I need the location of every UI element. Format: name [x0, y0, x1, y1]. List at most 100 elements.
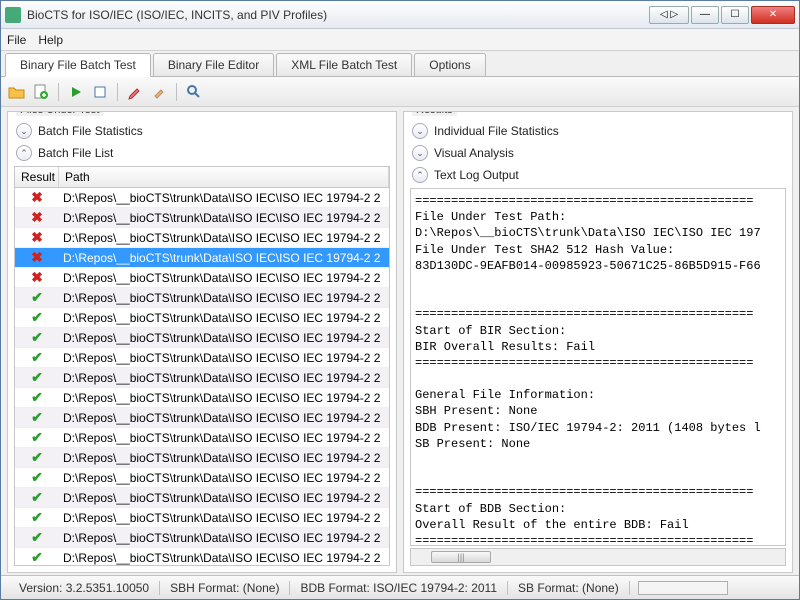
scrollbar-thumb[interactable]: |||: [431, 551, 491, 563]
tab-binary-file-batch-test[interactable]: Binary File Batch Test: [5, 53, 151, 77]
row-path: D:\Repos\__bioCTS\trunk\Data\ISO IEC\ISO…: [59, 551, 389, 565]
visual-analysis-header[interactable]: ⌄ Visual Analysis: [408, 142, 788, 164]
tab-options[interactable]: Options: [414, 53, 485, 76]
row-path: D:\Repos\__bioCTS\trunk\Data\ISO IEC\ISO…: [59, 531, 389, 545]
table-row[interactable]: ✔D:\Repos\__bioCTS\trunk\Data\ISO IEC\IS…: [15, 348, 389, 368]
brush-icon[interactable]: [149, 82, 169, 102]
row-path: D:\Repos\__bioCTS\trunk\Data\ISO IEC\ISO…: [59, 271, 389, 285]
status-version: Version: 3.2.5351.10050: [9, 581, 160, 595]
table-row[interactable]: ✔D:\Repos\__bioCTS\trunk\Data\ISO IEC\IS…: [15, 288, 389, 308]
titlebar[interactable]: BioCTS for ISO/IEC (ISO/IEC, INCITS, and…: [1, 1, 799, 29]
table-row[interactable]: ✔D:\Repos\__bioCTS\trunk\Data\ISO IEC\IS…: [15, 528, 389, 548]
individual-file-statistics-header[interactable]: ⌄ Individual File Statistics: [408, 120, 788, 142]
table-row[interactable]: ✔D:\Repos\__bioCTS\trunk\Data\ISO IEC\IS…: [15, 388, 389, 408]
toolbar-separator: [117, 83, 118, 101]
tab-xml-file-batch-test[interactable]: XML File Batch Test: [276, 53, 412, 76]
search-icon[interactable]: [184, 82, 204, 102]
add-file-icon[interactable]: [31, 82, 51, 102]
table-row[interactable]: ✔D:\Repos\__bioCTS\trunk\Data\ISO IEC\IS…: [15, 508, 389, 528]
table-row[interactable]: ✔D:\Repos\__bioCTS\trunk\Data\ISO IEC\IS…: [15, 328, 389, 348]
table-row[interactable]: ✔D:\Repos\__bioCTS\trunk\Data\ISO IEC\IS…: [15, 308, 389, 328]
pass-icon: ✔: [15, 549, 59, 565]
chevron-up-icon: ⌃: [412, 167, 428, 183]
pass-icon: ✔: [15, 449, 59, 466]
status-sb: SB Format: (None): [508, 581, 630, 595]
toolbar: [1, 77, 799, 107]
table-row[interactable]: ✔D:\Repos\__bioCTS\trunk\Data\ISO IEC\IS…: [15, 548, 389, 565]
edit-icon[interactable]: [125, 82, 145, 102]
row-path: D:\Repos\__bioCTS\trunk\Data\ISO IEC\ISO…: [59, 331, 389, 345]
stop-icon[interactable]: [90, 82, 110, 102]
fail-icon: ✖: [15, 189, 59, 206]
fail-icon: ✖: [15, 229, 59, 246]
table-row[interactable]: ✔D:\Repos\__bioCTS\trunk\Data\ISO IEC\IS…: [15, 448, 389, 468]
fail-icon: ✖: [15, 269, 59, 286]
status-sbh: SBH Format: (None): [160, 581, 290, 595]
menu-help[interactable]: Help: [38, 33, 63, 47]
batch-file-list-header[interactable]: ⌃ Batch File List: [12, 142, 392, 164]
row-path: D:\Repos\__bioCTS\trunk\Data\ISO IEC\ISO…: [59, 411, 389, 425]
row-path: D:\Repos\__bioCTS\trunk\Data\ISO IEC\ISO…: [59, 351, 389, 365]
run-icon[interactable]: [66, 82, 86, 102]
chevron-down-icon: ⌄: [412, 123, 428, 139]
col-result[interactable]: Result: [15, 167, 59, 187]
table-row[interactable]: ✖D:\Repos\__bioCTS\trunk\Data\ISO IEC\IS…: [15, 208, 389, 228]
row-path: D:\Repos\__bioCTS\trunk\Data\ISO IEC\ISO…: [59, 291, 389, 305]
row-path: D:\Repos\__bioCTS\trunk\Data\ISO IEC\ISO…: [59, 251, 389, 265]
pass-icon: ✔: [15, 429, 59, 446]
row-path: D:\Repos\__bioCTS\trunk\Data\ISO IEC\ISO…: [59, 491, 389, 505]
status-progress: [638, 581, 728, 595]
right-panel-title: Results: [412, 111, 457, 116]
fail-icon: ✖: [15, 209, 59, 226]
col-path[interactable]: Path: [59, 167, 389, 187]
status-bdb: BDB Format: ISO/IEC 19794-2: 2011: [290, 581, 508, 595]
pass-icon: ✔: [15, 489, 59, 506]
pass-icon: ✔: [15, 529, 59, 546]
pass-icon: ✔: [15, 469, 59, 486]
pass-icon: ✔: [15, 329, 59, 346]
row-path: D:\Repos\__bioCTS\trunk\Data\ISO IEC\ISO…: [59, 391, 389, 405]
pass-icon: ✔: [15, 289, 59, 306]
table-row[interactable]: ✖D:\Repos\__bioCTS\trunk\Data\ISO IEC\IS…: [15, 228, 389, 248]
row-path: D:\Repos\__bioCTS\trunk\Data\ISO IEC\ISO…: [59, 231, 389, 245]
tab-binary-file-editor[interactable]: Binary File Editor: [153, 53, 274, 76]
table-row[interactable]: ✖D:\Repos\__bioCTS\trunk\Data\ISO IEC\IS…: [15, 248, 389, 268]
minimize-button[interactable]: —: [691, 6, 719, 24]
menubar: File Help: [1, 29, 799, 51]
table-row[interactable]: ✔D:\Repos\__bioCTS\trunk\Data\ISO IEC\IS…: [15, 408, 389, 428]
row-path: D:\Repos\__bioCTS\trunk\Data\ISO IEC\ISO…: [59, 431, 389, 445]
table-row[interactable]: ✖D:\Repos\__bioCTS\trunk\Data\ISO IEC\IS…: [15, 268, 389, 288]
chevron-down-icon: ⌄: [412, 145, 428, 161]
toolbar-separator: [176, 83, 177, 101]
text-log-output-header[interactable]: ⌃ Text Log Output: [408, 164, 788, 186]
app-window: BioCTS for ISO/IEC (ISO/IEC, INCITS, and…: [0, 0, 800, 600]
log-h-scrollbar[interactable]: |||: [410, 548, 786, 566]
row-path: D:\Repos\__bioCTS\trunk\Data\ISO IEC\ISO…: [59, 191, 389, 205]
pass-icon: ✔: [15, 389, 59, 406]
row-path: D:\Repos\__bioCTS\trunk\Data\ISO IEC\ISO…: [59, 311, 389, 325]
nav-arrows-button[interactable]: ◁ ▷: [649, 6, 689, 24]
chevron-down-icon: ⌄: [16, 123, 32, 139]
table-row[interactable]: ✔D:\Repos\__bioCTS\trunk\Data\ISO IEC\IS…: [15, 468, 389, 488]
row-path: D:\Repos\__bioCTS\trunk\Data\ISO IEC\ISO…: [59, 511, 389, 525]
file-list-table: Result Path ✖D:\Repos\__bioCTS\trunk\Dat…: [14, 166, 390, 566]
results-panel: Results ⌄ Individual File Statistics ⌄ V…: [403, 111, 793, 573]
left-panel-title: Files Under Test: [16, 111, 103, 116]
pass-icon: ✔: [15, 409, 59, 426]
toolbar-separator: [58, 83, 59, 101]
table-row[interactable]: ✔D:\Repos\__bioCTS\trunk\Data\ISO IEC\IS…: [15, 488, 389, 508]
menu-file[interactable]: File: [7, 33, 26, 47]
maximize-button[interactable]: ☐: [721, 6, 749, 24]
open-folder-icon[interactable]: [7, 82, 27, 102]
close-button[interactable]: ✕: [751, 6, 795, 24]
table-row[interactable]: ✖D:\Repos\__bioCTS\trunk\Data\ISO IEC\IS…: [15, 188, 389, 208]
tabstrip: Binary File Batch TestBinary File Editor…: [1, 51, 799, 77]
row-path: D:\Repos\__bioCTS\trunk\Data\ISO IEC\ISO…: [59, 211, 389, 225]
batch-file-statistics-header[interactable]: ⌄ Batch File Statistics: [12, 120, 392, 142]
pass-icon: ✔: [15, 309, 59, 326]
file-list-body[interactable]: ✖D:\Repos\__bioCTS\trunk\Data\ISO IEC\IS…: [15, 188, 389, 565]
table-row[interactable]: ✔D:\Repos\__bioCTS\trunk\Data\ISO IEC\IS…: [15, 368, 389, 388]
window-title: BioCTS for ISO/IEC (ISO/IEC, INCITS, and…: [27, 8, 647, 22]
text-log-output[interactable]: ========================================…: [410, 188, 786, 546]
table-row[interactable]: ✔D:\Repos\__bioCTS\trunk\Data\ISO IEC\IS…: [15, 428, 389, 448]
